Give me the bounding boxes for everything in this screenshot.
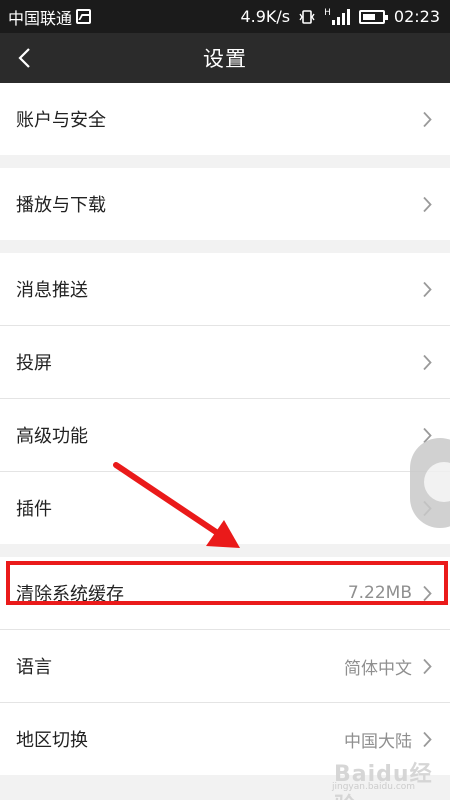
chevron-right-icon <box>423 281 432 297</box>
row-right: 简体中文 <box>344 654 432 679</box>
row-label: 播放与下载 <box>16 195 106 216</box>
setting-playback-download[interactable]: 播放与下载 <box>0 168 450 240</box>
setting-language[interactable]: 语言 简体中文 <box>0 630 450 702</box>
row-label: 账户与安全 <box>16 110 106 131</box>
chevron-left-icon <box>18 48 30 68</box>
watermark-url: jingyan.baidu.com <box>332 782 416 792</box>
network-speed: 4.9K/s <box>240 7 291 26</box>
row-label: 地区切换 <box>16 730 88 751</box>
row-label: 插件 <box>16 499 52 520</box>
page-title: 设置 <box>203 47 247 71</box>
chevron-right-icon <box>423 658 432 674</box>
status-right: 4.9K/s H 02:23 <box>240 7 440 26</box>
signal-strength-icon <box>331 8 350 25</box>
chevron-right-icon <box>423 354 432 370</box>
row-right <box>422 281 432 298</box>
title-bar: 设置 <box>0 33 450 83</box>
signal-group: H <box>324 7 350 25</box>
watermark-logo: Baidu经验 <box>334 762 433 800</box>
back-button[interactable] <box>8 41 42 75</box>
row-right <box>422 111 432 128</box>
status-time: 02:23 <box>393 7 440 26</box>
chevron-right-icon <box>423 731 432 747</box>
annotation-highlight-box <box>6 561 448 605</box>
row-label: 语言 <box>16 657 52 678</box>
row-label: 投屏 <box>16 353 52 374</box>
setting-screen-cast[interactable]: 投屏 <box>0 326 450 398</box>
floating-assist-button[interactable] <box>410 438 450 528</box>
chevron-right-icon <box>423 111 432 127</box>
network-type-label: H <box>324 7 331 18</box>
row-label: 消息推送 <box>16 280 88 301</box>
setting-account-security[interactable]: 账户与安全 <box>0 83 450 155</box>
status-bar: 中国联通 4.9K/s H 02:23 <box>0 0 450 33</box>
setting-plugins[interactable]: 插件 <box>0 472 450 544</box>
setting-advanced-features[interactable]: 高级功能 <box>0 399 450 471</box>
battery-icon <box>358 9 388 24</box>
chevron-right-icon <box>423 196 432 212</box>
carrier-name: 中国联通 <box>8 8 73 28</box>
row-right: 中国大陆 <box>344 727 432 752</box>
region-value: 中国大陆 <box>344 731 412 752</box>
status-left: 中国联通 <box>8 5 92 29</box>
setting-push-notifications[interactable]: 消息推送 <box>0 253 450 325</box>
image-notification-icon <box>76 9 92 24</box>
row-label: 高级功能 <box>16 426 88 447</box>
language-value: 简体中文 <box>344 658 412 679</box>
row-right <box>422 196 432 213</box>
vibrate-icon <box>299 9 315 24</box>
row-right <box>422 354 432 371</box>
